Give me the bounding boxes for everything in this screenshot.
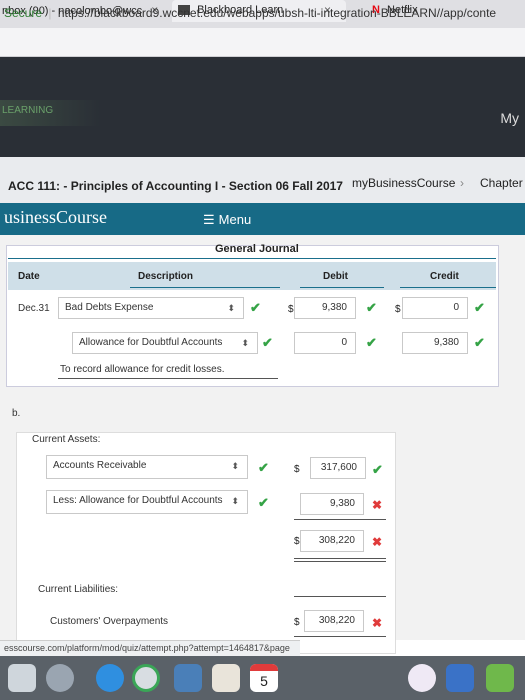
photos-icon[interactable] xyxy=(408,664,436,692)
header-description: Description xyxy=(138,271,194,282)
contacts-icon[interactable] xyxy=(212,664,240,692)
divider xyxy=(130,287,280,288)
calendar-icon[interactable]: 5 xyxy=(250,664,278,692)
menu-button[interactable]: ☰ Menu xyxy=(203,212,251,228)
course-title: ACC 111: - Principles of Accounting I - … xyxy=(8,179,343,193)
check-icon: ✔ xyxy=(262,335,273,350)
current-liabilities-heading: Current Liabilities: xyxy=(38,584,119,595)
my-link[interactable]: My xyxy=(500,110,519,126)
breadcrumb-mybusinesscourse[interactable]: myBusinessCourse xyxy=(352,176,455,190)
menu-label: Menu xyxy=(218,212,252,227)
hamburger-icon: ☰ xyxy=(203,212,215,227)
breadcrumb-chapter[interactable]: Chapter xyxy=(480,176,523,190)
header-credit: Credit xyxy=(430,271,459,282)
divider xyxy=(294,596,386,597)
check-icon: ✔ xyxy=(372,462,383,477)
check-icon: ✔ xyxy=(474,335,485,350)
journal-header-row xyxy=(8,262,496,290)
url-text[interactable]: Secure | https://blackboard9.wccnet.edu/… xyxy=(4,6,496,20)
select-arrows-icon: ⬍ xyxy=(241,338,249,348)
entry-date: Dec.31 xyxy=(18,303,50,314)
safari-icon[interactable] xyxy=(96,664,124,692)
dollar-sign: $ xyxy=(395,304,401,315)
amount-input[interactable]: 9,380 xyxy=(300,493,364,515)
url-address: https://blackboard9.wccnet.edu/webapps/u… xyxy=(57,6,497,20)
current-assets-heading: Current Assets: xyxy=(32,434,101,445)
address-bar[interactable] xyxy=(0,28,525,57)
memo-underline xyxy=(58,378,278,379)
account-value: Accounts Receivable xyxy=(53,460,147,471)
total-line xyxy=(294,636,386,637)
status-url: esscourse.com/platform/mod/quiz/attempt.… xyxy=(0,640,300,656)
account-select[interactable]: Accounts Receivable ⬍ xyxy=(46,455,248,479)
check-icon: ✔ xyxy=(258,460,269,475)
subtotal-line xyxy=(294,519,386,520)
liability-account: Customers' Overpayments xyxy=(50,616,169,627)
debit-input[interactable]: 9,380 xyxy=(294,297,356,319)
account-value: Less: Allowance for Doubtful Accounts xyxy=(53,495,223,506)
select-arrows-icon: ⬍ xyxy=(231,461,239,471)
check-icon: ✔ xyxy=(366,335,377,350)
facetime-icon[interactable] xyxy=(486,664,514,692)
account-select[interactable]: Bad Debts Expense ⬍ xyxy=(58,297,244,319)
credit-input[interactable]: 9,380 xyxy=(402,332,468,354)
finder-icon[interactable] xyxy=(8,664,36,692)
total-line xyxy=(294,561,386,562)
total-line xyxy=(294,558,386,559)
error-x-icon: ✖ xyxy=(372,498,383,512)
check-icon: ✔ xyxy=(250,300,261,315)
chrome-icon[interactable] xyxy=(132,664,160,692)
secure-label: Secure xyxy=(4,6,43,20)
dollar-sign: $ xyxy=(294,536,300,547)
select-arrows-icon: ⬍ xyxy=(231,496,239,506)
account-select[interactable]: Less: Allowance for Doubtful Accounts ⬍ xyxy=(46,490,248,514)
error-x-icon: ✖ xyxy=(372,535,383,549)
check-icon: ✔ xyxy=(474,300,485,315)
chevron-right-icon: › xyxy=(460,176,464,190)
account-value: Bad Debts Expense xyxy=(65,302,154,313)
check-icon: ✔ xyxy=(366,300,377,315)
journal-memo: To record allowance for credit losses. xyxy=(60,364,225,375)
error-x-icon: ✖ xyxy=(372,616,383,630)
launchpad-icon[interactable] xyxy=(46,664,74,692)
debit-input[interactable]: 0 xyxy=(294,332,356,354)
amount-input[interactable]: 317,600 xyxy=(310,457,366,479)
photos-app-icon[interactable] xyxy=(174,664,202,692)
credit-input[interactable]: 0 xyxy=(402,297,468,319)
header-date: Date xyxy=(18,271,40,282)
check-icon: ✔ xyxy=(258,495,269,510)
calendar-day: 5 xyxy=(260,673,268,689)
divider xyxy=(8,258,496,259)
select-arrows-icon: ⬍ xyxy=(227,303,235,313)
divider xyxy=(300,287,384,288)
account-value: Allowance for Doubtful Accounts xyxy=(79,337,223,348)
amount-input[interactable]: 308,220 xyxy=(300,530,364,552)
divider xyxy=(400,287,496,288)
part-b-label: b. xyxy=(12,408,21,419)
journal-title: General Journal xyxy=(215,243,299,255)
account-select[interactable]: Allowance for Doubtful Accounts ⬍ xyxy=(72,332,258,354)
brand-logo: usinessCourse xyxy=(4,207,107,227)
dollar-sign: $ xyxy=(294,464,300,475)
dollar-sign: $ xyxy=(294,617,300,628)
messages-icon[interactable] xyxy=(446,664,474,692)
dollar-sign: $ xyxy=(288,304,294,315)
header-debit: Debit xyxy=(323,271,348,282)
logo-text: LEARNING xyxy=(2,105,54,116)
amount-input[interactable]: 308,220 xyxy=(304,610,364,632)
